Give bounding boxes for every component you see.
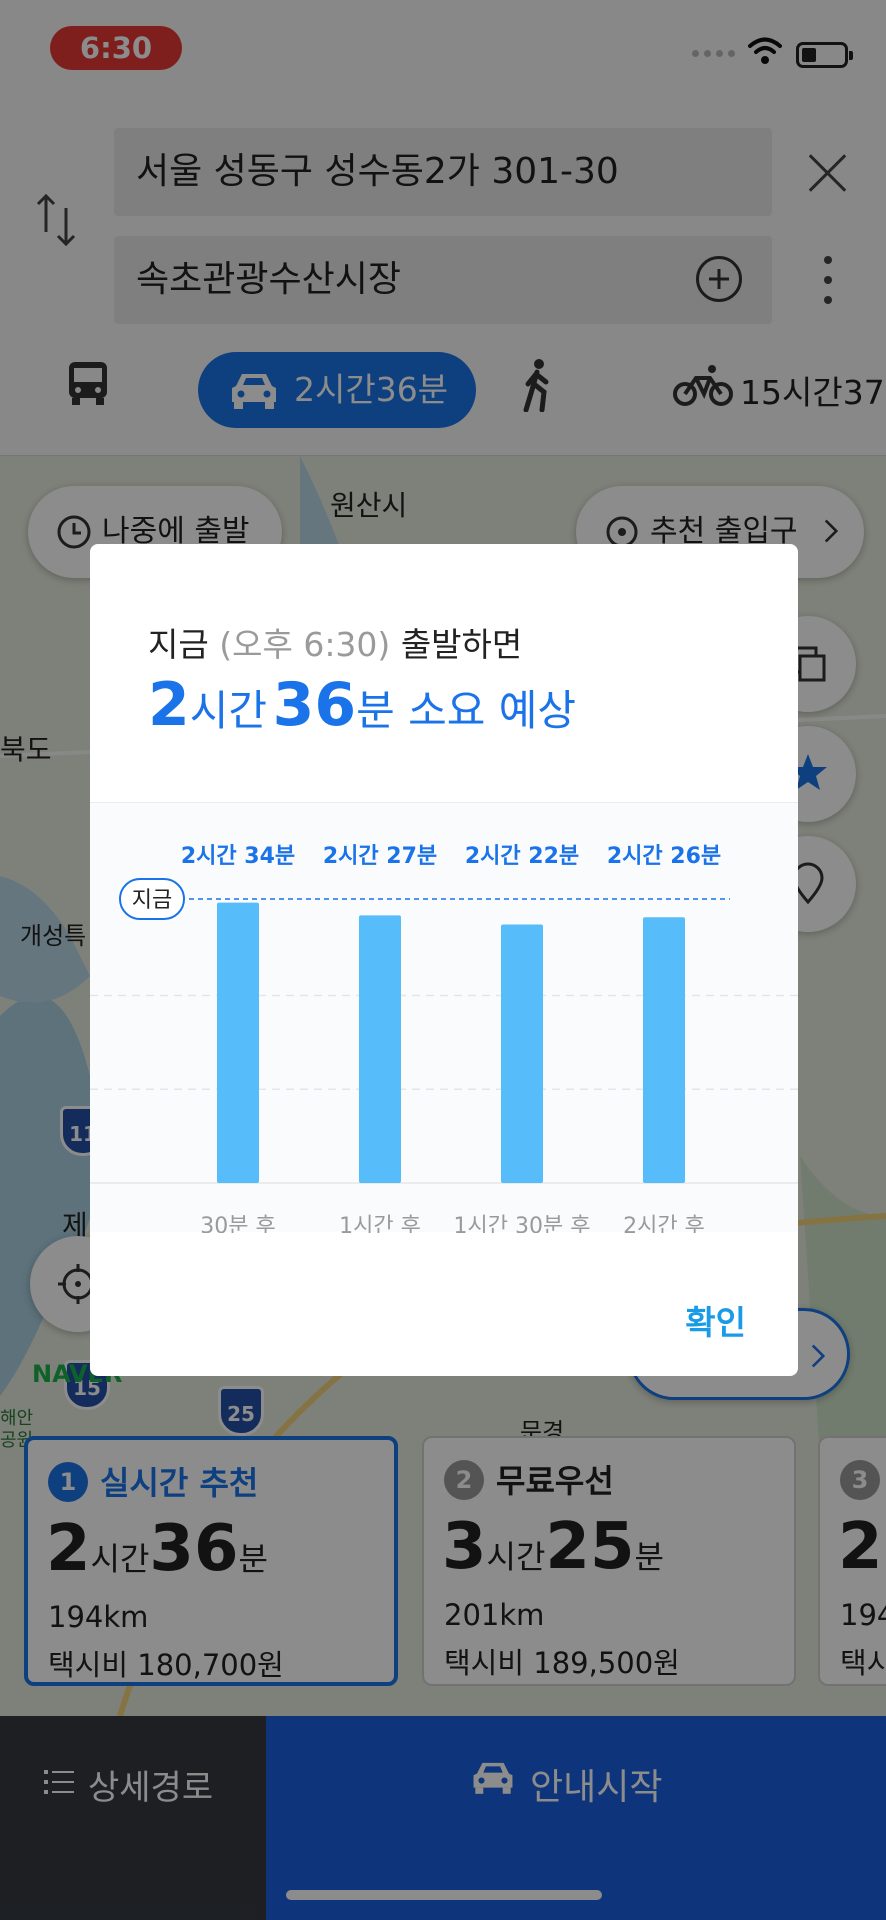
bar-data-label-1: 2시간 27분 <box>323 844 437 869</box>
reference-label: 지금 <box>132 888 172 913</box>
x-tick-label-3: 2시간 후 <box>623 1214 705 1233</box>
bar-data-label-0: 2시간 34분 <box>181 844 295 869</box>
bar-data-label-3: 2시간 26분 <box>607 844 721 869</box>
bar-1 <box>359 915 401 1183</box>
confirm-button[interactable]: 확인 <box>685 1296 746 1344</box>
x-tick-label-2: 1시간 30분 후 <box>454 1214 591 1233</box>
bar-0 <box>217 902 259 1183</box>
forecast-bar-chart: 지금 2시간 34분 30분 후 2시간 27분 1시간 후 2시간 22분 1시간 30분… <box>90 844 798 1233</box>
estimated-duration-text: 2시간 36분 소요 예상 <box>148 670 577 740</box>
forecast-chart: 지금 2시간 34분 30분 후 2시간 27분 1시간 후 2시간 22분 1시간 30분… <box>90 802 798 1233</box>
x-tick-label-1: 1시간 후 <box>339 1214 421 1233</box>
x-tick-label-0: 30분 후 <box>200 1214 275 1233</box>
travel-time-forecast-dialog: 지금 (오후 6:30) 출발하면 2시간 36분 소요 예상 지금 2시간 34… <box>90 544 798 1376</box>
bar-data-label-2: 2시간 22분 <box>465 844 579 869</box>
departure-time-text: 지금 (오후 6:30) 출발하면 <box>148 625 523 664</box>
bar-2 <box>501 924 543 1183</box>
bar-3 <box>643 917 685 1183</box>
